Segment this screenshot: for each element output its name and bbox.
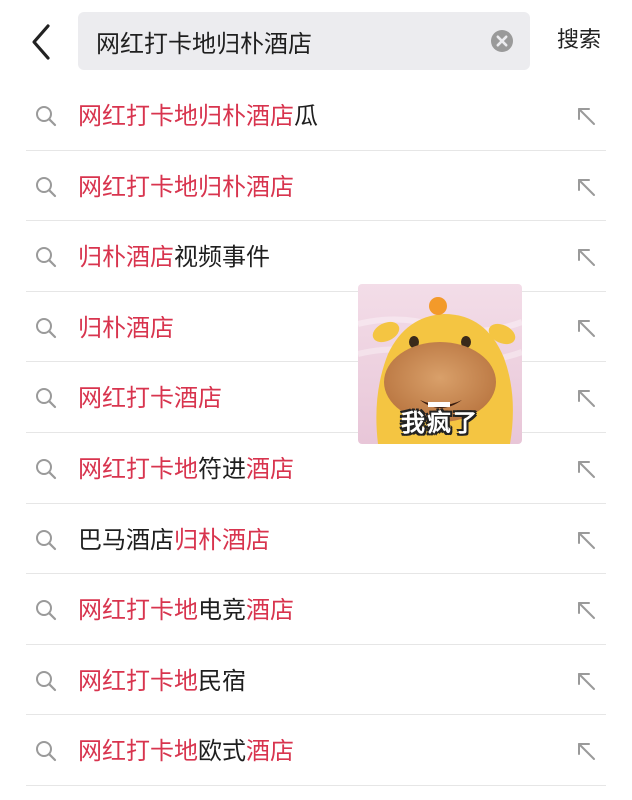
suggestion-text: 网红打卡地归朴酒店瓜 xyxy=(78,99,318,133)
suggestion-text: 网红打卡地归朴酒店 xyxy=(78,170,294,204)
search-header: 搜索 xyxy=(0,0,632,82)
arrow-up-left-icon[interactable] xyxy=(574,528,598,552)
matched-text: 网红打卡地归朴酒店 xyxy=(78,102,294,130)
clear-circle-icon xyxy=(491,30,513,52)
search-icon xyxy=(36,317,57,338)
suggestion-row[interactable]: 网红打卡地电竞酒店 xyxy=(26,574,606,645)
suggestion-row[interactable]: 网红打卡地民宿 xyxy=(26,645,606,716)
search-button[interactable]: 搜索 xyxy=(557,26,601,56)
arrow-up-left-icon[interactable] xyxy=(574,316,598,340)
search-icon xyxy=(36,176,57,197)
meme-sticker: 我疯了 xyxy=(358,284,522,444)
suggestion-row[interactable]: 巴马酒店归朴酒店 xyxy=(26,504,606,575)
suggestion-text-segment: 瓜 xyxy=(294,102,318,130)
clear-button[interactable] xyxy=(490,29,514,53)
suggestion-text: 巴马酒店归朴酒店 xyxy=(78,523,270,557)
search-icon xyxy=(36,670,57,691)
search-input[interactable] xyxy=(96,12,476,70)
search-icon xyxy=(36,458,57,480)
suggestion-row[interactable]: 网红打卡地欧式酒店 xyxy=(26,715,606,786)
suggestion-text-segment: 视频事件 xyxy=(174,243,270,272)
suggestion-text-segment: 民宿 xyxy=(198,666,246,695)
matched-text: 归朴酒店 xyxy=(78,313,174,342)
matched-text: 酒店 xyxy=(246,737,294,766)
search-icon xyxy=(36,600,57,621)
suggestion-text: 网红打卡地电竞酒店 xyxy=(78,593,294,627)
search-icon xyxy=(36,741,57,762)
arrow-up-left-icon[interactable] xyxy=(574,245,598,269)
matched-text: 网红打卡地 xyxy=(78,596,198,625)
search-icon xyxy=(36,529,57,550)
arrow-up-left-icon[interactable] xyxy=(574,104,598,128)
chevron-left-icon xyxy=(32,24,50,60)
suggestion-text-segment: 巴马酒店 xyxy=(78,525,174,554)
suggestion-row[interactable]: 网红打卡地归朴酒店 xyxy=(26,151,606,222)
suggestion-text: 网红打卡地符进酒店 xyxy=(78,452,294,486)
arrow-up-left-icon[interactable] xyxy=(574,457,598,481)
suggestion-text: 网红打卡地民宿 xyxy=(78,664,246,698)
suggestion-text: 归朴酒店 xyxy=(78,311,174,345)
matched-text: 网红打卡地 xyxy=(78,454,198,483)
suggestion-text-segment: 欧式 xyxy=(198,737,246,766)
search-icon xyxy=(36,247,57,268)
back-button[interactable] xyxy=(24,22,60,62)
arrow-up-left-icon[interactable] xyxy=(574,739,598,763)
arrow-up-left-icon[interactable] xyxy=(574,598,598,622)
suggestion-text-segment: 符进 xyxy=(198,454,246,483)
search-icon xyxy=(36,106,57,127)
search-field[interactable] xyxy=(78,12,530,70)
suggestion-text: 归朴酒店视频事件 xyxy=(78,240,270,274)
suggestion-text: 网红打卡地欧式酒店 xyxy=(78,734,294,768)
arrow-up-left-icon[interactable] xyxy=(574,669,598,693)
matched-text: 网红打卡地 xyxy=(78,737,198,766)
matched-text: 网红打卡地归朴酒店 xyxy=(78,172,294,201)
matched-text: 酒店 xyxy=(246,596,294,625)
suggestion-text: 网红打卡酒店 xyxy=(78,381,222,415)
matched-text: 归朴酒店 xyxy=(78,243,174,272)
matched-text: 酒店 xyxy=(246,454,294,483)
arrow-up-left-icon[interactable] xyxy=(574,386,598,410)
matched-text: 网红打卡地 xyxy=(78,666,198,695)
matched-text: 网红打卡酒店 xyxy=(78,384,222,413)
suggestion-text-segment: 电竞 xyxy=(198,596,246,625)
arrow-up-left-icon[interactable] xyxy=(574,175,598,199)
search-icon xyxy=(36,388,57,409)
suggestion-row[interactable]: 网红打卡地归朴酒店瓜 xyxy=(26,80,606,151)
matched-text: 归朴酒店 xyxy=(174,525,270,554)
sticker-caption: 我疯了 xyxy=(401,409,479,437)
suggestion-row[interactable]: 归朴酒店视频事件 xyxy=(26,221,606,292)
